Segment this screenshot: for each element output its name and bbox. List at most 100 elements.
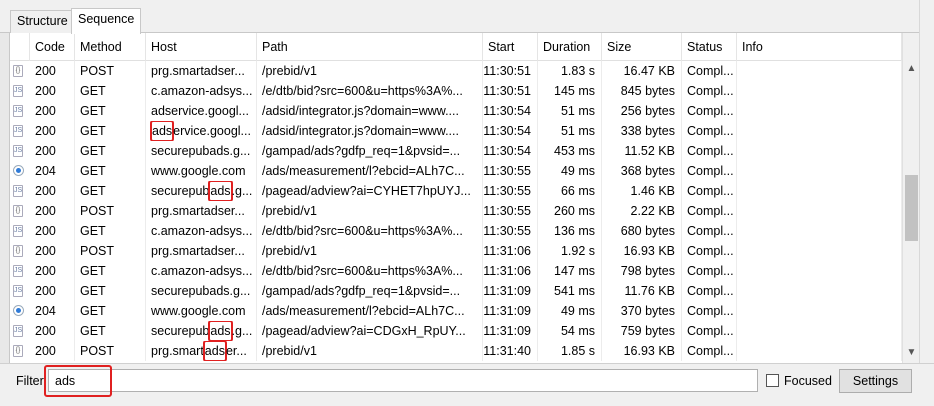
duration-cell: 66 ms: [538, 181, 602, 201]
duration-cell: 145 ms: [538, 81, 602, 101]
tab-sequence[interactable]: Sequence: [71, 8, 142, 34]
status-cell: Compl...: [682, 161, 737, 181]
duration-cell: 51 ms: [538, 101, 602, 121]
path-cell: /ads/measurement/l?ebcid=ALh7C...: [257, 301, 483, 321]
method-cell: GET: [75, 141, 146, 161]
size-cell: 256 bytes: [602, 101, 682, 121]
size-cell: 759 bytes: [602, 321, 682, 341]
settings-button[interactable]: Settings: [839, 369, 912, 393]
path-cell: /e/dtb/bid?src=600&u=https%3A%...: [257, 261, 483, 281]
table-row[interactable]: {} 200 POST prg.smartadser.../prebid/v1 11:3…: [10, 241, 902, 261]
info-cell: [737, 261, 902, 281]
script-file-icon: JS: [13, 265, 23, 277]
path-cell: /prebid/v1: [257, 61, 483, 81]
row-icon-cell: JS: [10, 281, 30, 301]
method-cell: POST: [75, 241, 146, 261]
duration-cell: 1.92 s: [538, 241, 602, 261]
table-row[interactable]: JS 200 GET securepubads.g.../gampad/ads?gdf…: [10, 141, 902, 161]
info-cell: [737, 301, 902, 321]
duration-cell: 147 ms: [538, 261, 602, 281]
path-cell: /e/dtb/bid?src=600&u=https%3A%...: [257, 221, 483, 241]
table-row[interactable]: {} 200 POST prg.smartadser.../prebid/v1 11:3…: [10, 61, 902, 81]
size-cell: 370 bytes: [602, 301, 682, 321]
code-cell: 200: [30, 261, 75, 281]
info-cell: [737, 201, 902, 221]
row-icon-cell: JS: [10, 321, 30, 341]
table-row[interactable]: JS 200 GET securepubads.g.../gampad/ads?gdf…: [10, 281, 902, 301]
size-cell: 338 bytes: [602, 121, 682, 141]
search-match-highlight: ads: [208, 181, 233, 201]
size-cell: 11.52 KB: [602, 141, 682, 161]
vertical-scrollbar[interactable]: ▲ ▼: [902, 33, 919, 363]
table-row[interactable]: JS 200 GET c.amazon-adsys.../e/dtb/bid?src=…: [10, 81, 902, 101]
table-row[interactable]: JS 200 GET adservice.googl.../adsid/integra…: [10, 101, 902, 121]
header-icon-column: [10, 33, 30, 61]
method-cell: GET: [75, 101, 146, 121]
focused-checkbox[interactable]: [766, 374, 779, 387]
table-row[interactable]: JS 200 GET adservice.googl.../adsid/integra…: [10, 121, 902, 141]
duration-cell: 51 ms: [538, 121, 602, 141]
path-cell: /adsid/integrator.js?domain=www....: [257, 101, 483, 121]
search-match-highlight: ads: [208, 321, 233, 341]
table-row[interactable]: JS 200 GET c.amazon-adsys.../e/dtb/bid?src=…: [10, 261, 902, 281]
status-cell: Compl...: [682, 121, 737, 141]
row-icon-cell: {}: [10, 201, 30, 221]
code-cell: 200: [30, 281, 75, 301]
row-icon-cell: JS: [10, 221, 30, 241]
method-cell: GET: [75, 261, 146, 281]
column-header-status[interactable]: Status: [682, 33, 737, 61]
column-header-size[interactable]: Size: [602, 33, 682, 61]
duration-cell: 453 ms: [538, 141, 602, 161]
start-cell: 11:30:55: [483, 221, 538, 241]
column-header-info[interactable]: Info: [737, 33, 902, 61]
column-header-method[interactable]: Method: [75, 33, 146, 61]
path-cell: /e/dtb/bid?src=600&u=https%3A%...: [257, 81, 483, 101]
info-cell: [737, 101, 902, 121]
column-header-path[interactable]: Path: [257, 33, 483, 61]
info-cell: [737, 221, 902, 241]
table-row[interactable]: {} 200 POST prg.smartadser.../prebid/v1 11:3…: [10, 201, 902, 221]
host-cell: www.google.com: [146, 161, 257, 181]
host-cell: securepubads.g...: [146, 181, 257, 201]
scroll-up-arrow-icon[interactable]: ▲: [903, 61, 920, 77]
start-cell: 11:30:51: [483, 61, 538, 81]
filter-input[interactable]: [48, 369, 758, 392]
script-file-icon: JS: [13, 125, 23, 137]
column-header-start[interactable]: Start: [483, 33, 538, 61]
size-cell: 798 bytes: [602, 261, 682, 281]
script-file-icon: JS: [13, 185, 23, 197]
script-file-icon: JS: [13, 225, 23, 237]
host-cell: securepubads.g...: [146, 141, 257, 161]
scroll-down-arrow-icon[interactable]: ▼: [903, 345, 920, 361]
status-cell: Compl...: [682, 241, 737, 261]
table-row[interactable]: 204 GET www.google.com/ads/measurement/l?e…: [10, 301, 902, 321]
size-cell: 1.46 KB: [602, 181, 682, 201]
column-header-code[interactable]: Code: [30, 33, 75, 61]
path-cell: /prebid/v1: [257, 341, 483, 361]
info-cell: [737, 321, 902, 341]
code-cell: 200: [30, 241, 75, 261]
table-row[interactable]: JS 200 GET securepubads.g.../pagead/adview?…: [10, 321, 902, 341]
scroll-thumb[interactable]: [905, 175, 918, 241]
table-row[interactable]: 204 GET www.google.com/ads/measurement/l?e…: [10, 161, 902, 181]
tab-structure[interactable]: Structure: [10, 10, 75, 33]
method-cell: POST: [75, 201, 146, 221]
row-icon-cell: JS: [10, 121, 30, 141]
column-header-host[interactable]: Host: [146, 33, 257, 61]
info-cell: [737, 141, 902, 161]
json-file-icon: {}: [13, 205, 23, 217]
left-edge-panel: [0, 33, 10, 363]
table-row[interactable]: {} 200 POST prg.smartadser.../prebid/v1 11:3…: [10, 341, 902, 361]
column-header-duration[interactable]: Duration: [538, 33, 602, 61]
table-row[interactable]: JS 200 GET securepubads.g.../pagead/adview?…: [10, 181, 902, 201]
start-cell: 11:30:55: [483, 181, 538, 201]
status-cell: Compl...: [682, 261, 737, 281]
duration-cell: 1.83 s: [538, 61, 602, 81]
script-file-icon: JS: [13, 285, 23, 297]
filter-bar: Filter Focused Settings: [0, 363, 934, 406]
size-cell: 16.93 KB: [602, 341, 682, 361]
start-cell: 11:31:09: [483, 301, 538, 321]
method-cell: GET: [75, 161, 146, 181]
table-row[interactable]: JS 200 GET c.amazon-adsys.../e/dtb/bid?src=…: [10, 221, 902, 241]
size-cell: 16.93 KB: [602, 241, 682, 261]
